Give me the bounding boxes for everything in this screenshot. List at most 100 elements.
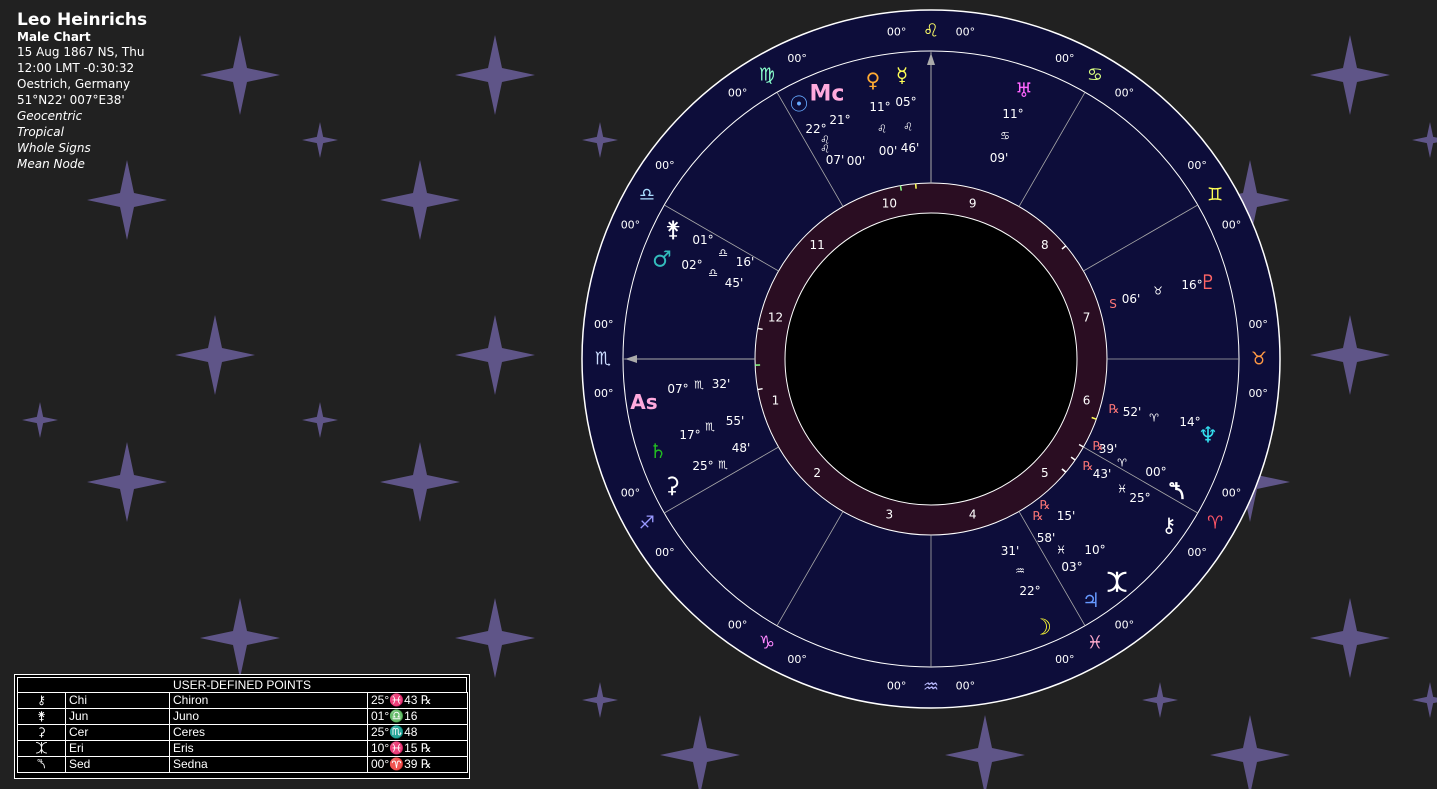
capricorn-sign-icon: ♑: [759, 633, 775, 654]
setting-house-system: Whole Signs: [17, 141, 91, 155]
saturn-glyph-icon: ♄: [649, 439, 667, 463]
juno-sign-label: ♎: [718, 247, 728, 260]
sign-boundary-degree: 00°: [728, 619, 748, 632]
ceres-deg-label: 25°: [692, 459, 713, 473]
decorative-star-icon: [945, 715, 1025, 789]
house-number-label: 2: [813, 466, 821, 480]
person-name: Leo Heinrichs: [17, 10, 148, 30]
ceres-sign-label: ♏: [718, 459, 728, 472]
birth-date: 15 Aug 1867 NS, Thu: [17, 45, 145, 59]
point-position: 25°♏48: [367, 724, 468, 741]
sign-boundary-degree: 00°: [1187, 159, 1207, 172]
sign-boundary-degree: 00°: [956, 680, 976, 693]
cancer-sign-icon: ♋: [1087, 64, 1103, 85]
house-number-label: 12: [768, 310, 783, 324]
aries-sign-icon: ♈: [1207, 513, 1223, 534]
moon-glyph-icon: ☽: [1032, 616, 1052, 641]
point-abbr: Chi: [65, 692, 170, 709]
house-number-label: 6: [1083, 394, 1091, 408]
sedna-retro-label: ℞: [1093, 439, 1104, 453]
chart-wheel[interactable]: 123 456789101112♌♋♊♉♈♓♒♑♐♏♎♍00°00°00°00°0…: [580, 8, 1282, 710]
decorative-star-icon: [175, 315, 255, 395]
gemini-sign-icon: ♊: [1207, 185, 1223, 206]
venus-sign-label: ♌: [877, 123, 887, 136]
house-number-label: 11: [810, 238, 825, 252]
mars-sign-label: ♎: [708, 267, 718, 280]
mercury-min-label: 46': [901, 141, 920, 155]
decorative-star-icon: [1310, 35, 1390, 115]
birth-place: Oestrich, Germany: [17, 77, 131, 91]
pisces-sign-icon: ♓: [1087, 633, 1103, 654]
point-glyph-icon: ⯰: [17, 740, 66, 757]
point-name: Ceres: [169, 724, 368, 741]
uranus-sign-label: ♋: [1000, 130, 1010, 143]
eris-sign-label: ♓: [1056, 544, 1066, 557]
pluto-min-label: 06': [1122, 292, 1141, 306]
point-position: 10°♓15 ℞: [367, 740, 468, 757]
decorative-star-icon: [1412, 122, 1437, 158]
mars-glyph-icon: ♂: [652, 248, 672, 273]
point-position: 01°♎16: [367, 708, 468, 725]
house-number-label: 7: [1083, 310, 1091, 324]
libra-sign-icon: ♎: [639, 185, 655, 206]
sign-boundary-degree: 00°: [594, 318, 614, 331]
chiron-sign-label: ♓: [1117, 483, 1127, 496]
mercury-glyph-icon: ☿: [896, 63, 908, 87]
jupiter-min-label: 58': [1037, 531, 1056, 545]
point-position: 00°♈39 ℞: [367, 756, 468, 773]
chiron-retro-label: ℞: [1083, 459, 1094, 473]
point-name: Eris: [169, 740, 368, 757]
sign-boundary-degree: 00°: [655, 546, 675, 559]
sign-boundary-degree: 00°: [1187, 546, 1207, 559]
neptune-glyph-icon: ♆: [1198, 424, 1218, 449]
sign-boundary-degree: 00°: [1055, 653, 1075, 666]
decorative-star-icon: [1210, 715, 1290, 789]
pluto-deg-label: 16°: [1181, 278, 1202, 292]
venus-glyph-icon: ♀: [866, 68, 881, 92]
saturn-deg-label: 17°: [679, 428, 700, 442]
sign-boundary-degree: 00°: [1222, 486, 1242, 499]
mc-glyph-icon: Mc: [810, 82, 845, 107]
sign-boundary-degree: 00°: [787, 52, 807, 65]
table-row: ⚷ Chi Chiron 25°♓43 ℞: [17, 692, 468, 709]
saturn-min-label: 55': [726, 414, 745, 428]
aquarius-sign-icon: ♒: [923, 677, 939, 698]
sign-boundary-degree: 00°: [1115, 86, 1135, 99]
house-number-label: 9: [969, 196, 977, 210]
table-row: ⯰ Eri Eris 10°♓15 ℞: [17, 740, 468, 757]
planet-position-tick: [757, 387, 763, 391]
sagittarius-sign-icon: ♐: [639, 513, 655, 534]
scorpio-sign-icon: ♏: [595, 349, 611, 370]
sedna-deg-label: 00°: [1145, 465, 1166, 479]
moon-sign-label: ♒: [1015, 565, 1025, 578]
user-defined-points-table: USER-DEFINED POINTS ⚷ Chi Chiron 25°♓43 ℞ ⚵ J…: [14, 674, 470, 779]
saturn-sign-label: ♏: [705, 421, 715, 434]
decorative-star-icon: [1310, 315, 1390, 395]
neptune-sign-label: ♈: [1149, 412, 1159, 425]
neptune-retro-label: ℞: [1109, 402, 1120, 416]
ceres-glyph-icon: ⚳: [664, 474, 680, 499]
decorative-star-icon: [455, 598, 535, 678]
mars-deg-label: 02°: [681, 258, 702, 272]
table-row: ⯲ Sed Sedna 00°♈39 ℞: [17, 756, 468, 773]
sun-glyph-icon: ☉: [789, 93, 809, 118]
chiron-deg-label: 25°: [1129, 491, 1150, 505]
setting-node-type: Mean Node: [17, 157, 85, 171]
point-glyph-icon: ⯲: [17, 756, 66, 773]
decorative-star-icon: [22, 402, 58, 438]
sign-boundary-degree: 00°: [1248, 387, 1268, 400]
mercury-deg-label: 05°: [895, 95, 916, 109]
sign-boundary-degree: 00°: [655, 159, 675, 172]
decorative-star-icon: [455, 315, 535, 395]
sign-boundary-degree: 00°: [787, 653, 807, 666]
sun-deg-label: 22°: [805, 122, 826, 136]
sedna-sign-label: ♈: [1117, 457, 1127, 470]
pluto-retro-label: S: [1109, 297, 1117, 311]
decorative-star-icon: [380, 442, 460, 522]
asc-deg-label: 07°: [667, 382, 688, 396]
chart-type: Male Chart: [17, 30, 91, 44]
decorative-star-icon: [455, 35, 535, 115]
pluto-sign-label: ♉: [1153, 285, 1163, 298]
moon-deg-label: 22°: [1019, 584, 1040, 598]
jupiter-deg-label: 03°: [1061, 560, 1082, 574]
